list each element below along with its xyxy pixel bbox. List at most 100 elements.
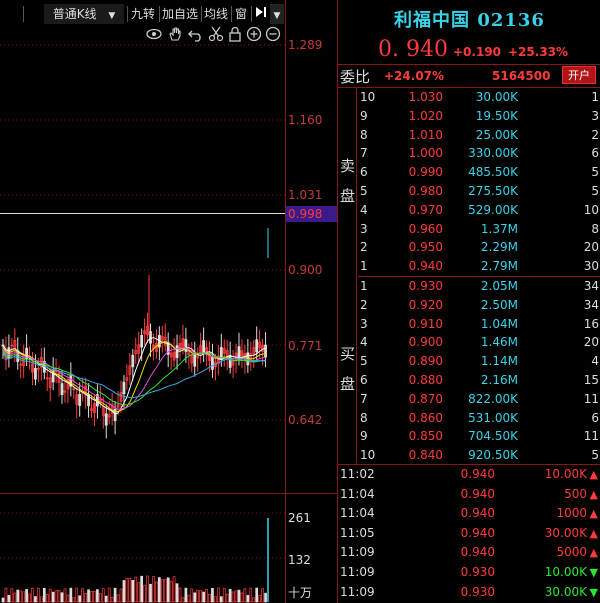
order-price: 0.880	[408, 373, 443, 387]
volume-bar	[16, 589, 20, 603]
divider	[338, 64, 600, 65]
candle-body	[140, 335, 144, 348]
volume-bar	[158, 577, 161, 603]
volume-bar	[234, 590, 238, 603]
order-volume: 2.79M	[480, 259, 518, 274]
arrow-down-icon: ▼	[589, 566, 598, 579]
order-book-row[interactable]: 1 0.930 2.05M 34	[358, 277, 600, 296]
order-count: 1	[591, 90, 599, 104]
volume-bar	[131, 580, 135, 603]
trade-row: 11:09 0.930 30.00K ▼	[338, 583, 600, 603]
volume-bar	[146, 575, 149, 603]
volume-bar	[255, 587, 259, 603]
order-count: 4	[591, 354, 599, 369]
arrow-up-icon: ▲	[589, 487, 598, 501]
price-axis	[285, 0, 286, 603]
order-book-row[interactable]: 2 0.920 2.50M 34	[358, 296, 600, 315]
order-level: 9	[360, 108, 368, 123]
order-volume: 2.05M	[480, 279, 518, 293]
price-tick: 1.160	[288, 113, 323, 127]
order-level: 5	[360, 354, 368, 369]
volume-bar	[28, 593, 31, 603]
candle-body	[255, 339, 259, 353]
order-volume: 30.00K	[475, 90, 518, 104]
order-price: 0.910	[408, 316, 443, 331]
order-volume: 2.29M	[480, 240, 518, 255]
order-book-row[interactable]: 9 1.020 19.50K 3	[358, 107, 600, 126]
order-book-row[interactable]: 3 0.960 1.37M 8	[358, 220, 600, 239]
order-book-row[interactable]: 2 0.950 2.29M 20	[358, 238, 600, 257]
trade-volume: 1000	[556, 506, 587, 521]
order-book-row[interactable]: 9 0.850 704.50K 11	[358, 427, 600, 446]
order-book-row[interactable]: 10 1.030 30.00K 1	[358, 88, 600, 107]
volume-bar	[143, 584, 146, 603]
order-price: 0.920	[408, 297, 443, 312]
trade-time: 11:09	[340, 584, 375, 599]
candle-body	[60, 383, 64, 395]
volume-bar	[101, 588, 105, 603]
quote-panel: 利福中国 02136 0. 940 +0.190 +25.33% 委比 +24.…	[337, 0, 600, 603]
order-book-row[interactable]: 4 0.970 529.00K 10	[358, 201, 600, 220]
order-book-row[interactable]: 1 0.940 2.79M 30	[358, 257, 600, 276]
order-ratio-percent: +24.07%	[384, 69, 445, 83]
volume-tick: 261	[288, 511, 311, 525]
volume-bar	[78, 595, 82, 603]
order-book-row[interactable]: 6 0.990 485.50K 5	[358, 163, 600, 182]
trade-price: 0.940	[460, 486, 495, 501]
order-book-row[interactable]: 6 0.880 2.16M 15	[358, 371, 600, 390]
open-account-button[interactable]: 开户	[562, 66, 596, 84]
arrow-up-icon: ▲	[589, 507, 598, 521]
arrow-up-icon: ▲	[589, 546, 598, 560]
volume-bar	[22, 591, 25, 603]
order-book-row[interactable]: 7 1.000 330.00K 6	[358, 144, 600, 163]
volume-bar	[19, 590, 23, 603]
order-book-row[interactable]: 8 1.010 25.00K 2	[358, 126, 600, 145]
volume-bar	[122, 580, 126, 603]
order-price: 0.870	[408, 391, 443, 406]
volume-bar	[110, 596, 114, 603]
order-book-row[interactable]: 8 0.860 531.00K 6	[358, 409, 600, 428]
order-book-row[interactable]: 10 0.840 920.50K 5	[358, 446, 600, 465]
volume-bar	[96, 589, 99, 603]
order-volume: 529.00K	[468, 202, 518, 217]
buy-side-label-2: 盘	[340, 375, 356, 393]
volume-bar	[243, 588, 247, 603]
order-level: 6	[360, 165, 368, 180]
volume-bar	[152, 576, 155, 603]
order-book-row[interactable]: 7 0.870 822.00K 11	[358, 390, 600, 409]
volume-bar	[178, 587, 182, 603]
order-book-row[interactable]: 5 0.890 1.14M 4	[358, 352, 600, 371]
trade-row: 11:04 0.940 500 ▲	[338, 485, 600, 505]
trade-volume: 5000	[556, 545, 587, 560]
order-ratio-label: 委比	[340, 68, 371, 86]
arrow-up-icon: ▲	[589, 526, 598, 540]
trade-price: 0.940	[460, 506, 495, 521]
volume-bar	[258, 595, 261, 603]
volume-bar	[196, 589, 200, 603]
order-book-row[interactable]: 3 0.910 1.04M 16	[358, 315, 600, 334]
order-volume: 2.50M	[480, 297, 518, 312]
candle-body	[104, 413, 108, 426]
order-volume: 822.00K	[468, 391, 518, 406]
order-count: 30	[583, 259, 599, 274]
volume-bar	[93, 591, 96, 603]
order-price: 1.010	[408, 127, 443, 142]
trade-price: 0.940	[460, 545, 495, 560]
volume-bar	[116, 594, 120, 603]
candle-body	[34, 368, 37, 380]
order-volume: 920.50K	[468, 448, 518, 463]
kline-chart-panel[interactable]: 普通K线 ▼ 九转 加自选 均线 窗 ▼ 1.289 1.160 1.031 0…	[0, 0, 338, 603]
volume-bar	[149, 583, 152, 603]
order-count: 5	[591, 184, 599, 198]
order-level: 3	[360, 221, 368, 236]
volume-bar	[190, 588, 194, 603]
order-book-row[interactable]: 4 0.900 1.46M 20	[358, 333, 600, 352]
volume-bar	[205, 588, 208, 603]
volume-bar	[10, 588, 14, 603]
volume-bar	[63, 588, 67, 603]
order-book-row[interactable]: 5 0.980 275.50K 5	[358, 182, 600, 201]
current-price-line	[0, 213, 286, 214]
volume-bar	[128, 578, 132, 603]
order-count: 11	[583, 391, 599, 406]
order-count: 6	[591, 410, 599, 425]
